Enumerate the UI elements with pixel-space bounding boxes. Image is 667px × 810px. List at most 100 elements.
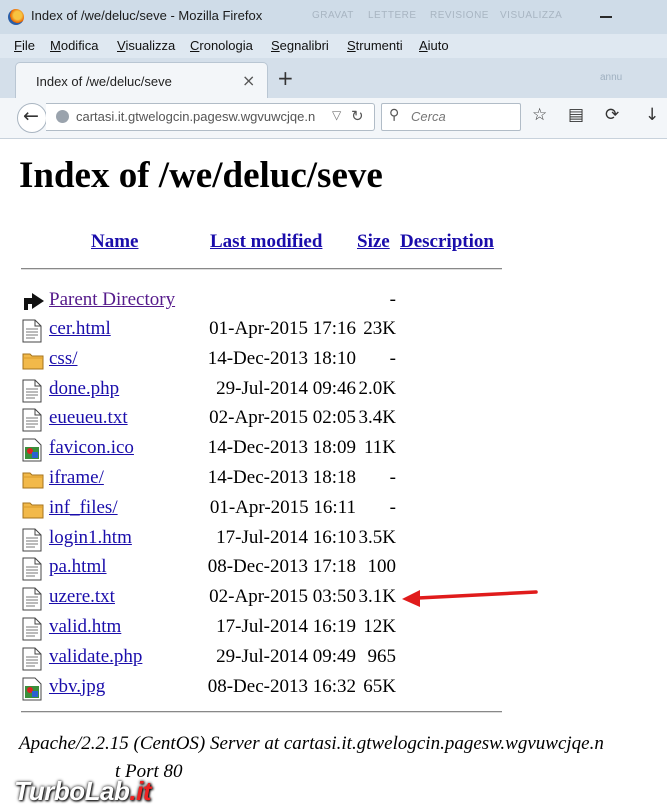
url-bar[interactable]: cartasi.it.gtwelogcin.pagesw.wgvuwcjqe.n…	[46, 103, 375, 131]
back-button[interactable]: ←	[17, 103, 47, 133]
watermark-logo: TurboLab.it	[14, 776, 152, 807]
image-file-icon	[22, 438, 42, 467]
file-size: 2.0K	[358, 377, 396, 399]
file-row-5: iframe/ 14-Dec-2013 18:18 -	[0, 464, 667, 494]
globe-icon	[56, 110, 69, 123]
file-link[interactable]: iframe/	[49, 467, 104, 489]
back-icon: ←	[23, 105, 39, 127]
firefox-logo-icon	[8, 9, 24, 25]
image-file-icon	[22, 677, 42, 706]
file-size: -	[389, 289, 396, 310]
ghost-text: annu	[600, 72, 623, 83]
download-icon[interactable]: ↓	[645, 105, 659, 125]
file-link[interactable]: inf_files/	[49, 497, 118, 519]
file-row-9: uzere.txt 02-Apr-2015 03:50 3.1K	[0, 583, 667, 613]
text-file-icon	[22, 408, 42, 437]
file-size: 23K	[363, 318, 396, 339]
file-date: 29-Jul-2014 09:49	[216, 645, 356, 667]
folder-icon	[22, 349, 44, 376]
file-size: -	[389, 347, 396, 369]
file-link[interactable]: vbv.jpg	[49, 676, 105, 698]
column-description-link[interactable]: Description	[400, 231, 494, 253]
file-date: 01-Apr-2015 17:16	[209, 318, 356, 339]
parent-directory-link[interactable]: Parent Directory	[49, 289, 175, 311]
file-row-8: pa.html 08-Dec-2013 17:18 100	[0, 553, 667, 583]
search-box[interactable]: ⚲ Cerca	[381, 103, 521, 131]
navigation-toolbar: ← cartasi.it.gtwelogcin.pagesw.wgvuwcjqe…	[0, 98, 667, 139]
new-tab-button[interactable]: +	[277, 66, 294, 90]
parent-directory-row: Parent Directory -	[0, 286, 667, 316]
file-row-4: favicon.ico 14-Dec-2013 18:09 11K	[0, 434, 667, 464]
file-link[interactable]: validate.php	[49, 646, 142, 668]
file-date: 02-Apr-2015 03:50	[209, 586, 356, 608]
file-link[interactable]: uzere.txt	[49, 586, 115, 608]
ghost-text: LETTERE	[368, 10, 417, 21]
file-link[interactable]: favicon.ico	[49, 437, 134, 459]
file-row-6: inf_files/ 01-Apr-2015 16:11 -	[0, 494, 667, 524]
file-size: 12K	[363, 616, 396, 637]
menu-aiuto[interactable]: Aiuto	[419, 38, 449, 53]
file-date: 01-Apr-2015 16:11	[209, 496, 356, 518]
tab-index[interactable]: Index of /we/deluc/seve ×	[15, 62, 268, 99]
search-placeholder[interactable]: Cerca	[411, 109, 446, 124]
file-date: 14-Dec-2013 18:10	[207, 347, 356, 369]
title-bar: Index of /we/deluc/seve - Mozilla Firefo…	[0, 0, 667, 34]
file-size: 11K	[363, 437, 396, 459]
file-size: 965	[367, 645, 397, 667]
file-link[interactable]: cer.html	[49, 318, 111, 340]
bookmark-star-icon[interactable]: ☆	[532, 105, 547, 125]
text-file-icon	[22, 587, 42, 616]
text-file-icon	[22, 379, 42, 408]
file-link[interactable]: valid.htm	[49, 616, 121, 638]
file-link[interactable]: pa.html	[49, 556, 107, 578]
menu-modifica[interactable]: Modifica	[50, 38, 98, 53]
text-file-icon	[22, 647, 42, 676]
divider	[21, 711, 502, 713]
divider	[21, 268, 502, 270]
dropdown-icon[interactable]: ▽	[332, 108, 341, 122]
file-size: 65K	[363, 675, 396, 697]
tab-label: Index of /we/deluc/seve	[36, 74, 172, 89]
file-date: 14-Dec-2013 18:18	[207, 467, 356, 488]
text-file-icon	[22, 319, 42, 348]
menu-bar: File Modifica Visualizza Cronologia Segn…	[0, 34, 667, 58]
menu-strumenti[interactable]: Strumenti	[347, 38, 403, 53]
menu-visualizza[interactable]: Visualizza	[117, 38, 175, 53]
menu-segnalibri[interactable]: Segnalibri	[271, 38, 329, 53]
file-row-3: eueueu.txt 02-Apr-2015 02:05 3.4K	[0, 404, 667, 434]
ghost-text: VISUALIZZA	[500, 10, 563, 21]
column-last-modified-link[interactable]: Last modified	[210, 231, 322, 253]
file-link[interactable]: done.php	[49, 378, 119, 400]
file-link[interactable]: css/	[49, 348, 78, 370]
url-text[interactable]: cartasi.it.gtwelogcin.pagesw.wgvuwcjqe.n	[76, 109, 356, 124]
text-file-icon	[22, 617, 42, 646]
file-link[interactable]: login1.htm	[49, 527, 132, 549]
file-size: -	[389, 496, 396, 518]
menu-cronologia[interactable]: Cronologia	[190, 38, 253, 53]
folder-icon	[22, 498, 44, 525]
column-size-link[interactable]: Size	[357, 231, 390, 253]
search-icon: ⚲	[389, 107, 400, 123]
file-date: 29-Jul-2014 09:46	[216, 377, 356, 399]
ghost-text: REVISIONE	[430, 10, 489, 21]
minimize-button[interactable]	[600, 16, 612, 18]
file-date: 17-Jul-2014 16:19	[216, 616, 356, 637]
reload-icon[interactable]: ↻	[351, 107, 364, 125]
file-row-11: validate.php 29-Jul-2014 09:49 965	[0, 643, 667, 673]
back-folder-icon	[24, 293, 44, 310]
red-arrow-annotation	[402, 590, 538, 607]
file-row-1: css/ 14-Dec-2013 18:10 -	[0, 345, 667, 375]
text-file-icon	[22, 557, 42, 586]
file-date: 14-Dec-2013 18:09	[207, 437, 356, 459]
sync-icon[interactable]: ⟳	[605, 105, 619, 125]
reading-list-icon[interactable]: ▤	[568, 105, 584, 125]
menu-file[interactable]: File	[14, 38, 35, 53]
file-link[interactable]: eueueu.txt	[49, 407, 128, 429]
watermark-brand: TurboLab	[14, 776, 130, 806]
file-date: 08-Dec-2013 17:18	[207, 556, 356, 578]
page-title: Index of /we/deluc/seve	[19, 155, 383, 196]
server-signature-line1: Apache/2.2.15 (CentOS) Server at cartasi…	[19, 733, 604, 754]
file-size: -	[389, 467, 396, 488]
close-tab-icon[interactable]: ×	[242, 71, 255, 90]
column-name-link[interactable]: Name	[91, 231, 138, 253]
